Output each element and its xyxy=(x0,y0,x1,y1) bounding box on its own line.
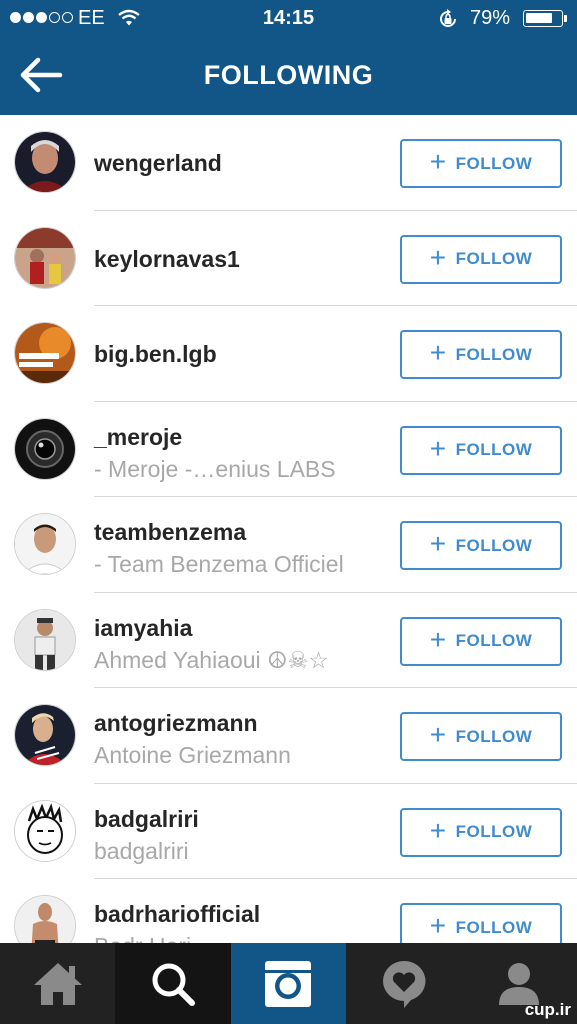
follow-button[interactable]: + FOLLOW xyxy=(400,807,562,857)
username[interactable]: keylornavas1 xyxy=(94,246,240,273)
avatar[interactable] xyxy=(14,608,76,671)
full-name: - Team Benzema Officiel xyxy=(94,551,344,577)
username[interactable]: _meroje xyxy=(94,424,182,451)
follow-label: FOLLOW xyxy=(455,440,533,459)
avatar[interactable] xyxy=(14,322,76,384)
follow-button[interactable]: + FOLLOW xyxy=(400,234,562,284)
battery-percentage: 79% xyxy=(470,7,511,29)
follow-label: FOLLOW xyxy=(455,344,533,364)
follow-label: FOLLOW xyxy=(455,917,533,937)
username[interactable]: teambenzema xyxy=(94,519,246,546)
status-bar: EE 14:15 79% xyxy=(0,0,577,38)
camera-icon xyxy=(265,960,312,1007)
rotation-lock-icon xyxy=(437,8,459,36)
battery-icon xyxy=(523,10,563,27)
full-name: - Meroje -…enius LABS xyxy=(94,455,336,482)
page-title: FOLLOWING xyxy=(203,60,374,90)
follow-label: FOLLOW xyxy=(455,631,533,650)
full-name: badgalriri xyxy=(94,837,189,864)
plus-icon: + xyxy=(429,719,447,750)
avatar[interactable] xyxy=(14,704,76,766)
plus-icon: + xyxy=(429,241,447,273)
follow-label: FOLLOW xyxy=(455,822,533,841)
activity-heart-icon xyxy=(382,960,426,1008)
tab-home[interactable] xyxy=(0,943,115,1024)
search-icon xyxy=(152,963,196,1006)
plus-icon: + xyxy=(429,528,447,559)
top-header: EE 14:15 79% FOLLOWING xyxy=(0,0,577,115)
watermark: cup.ir xyxy=(524,1000,571,1019)
follow-label: FOLLOW xyxy=(455,249,533,268)
avatar[interactable] xyxy=(14,895,76,943)
follow-button[interactable]: + FOLLOW xyxy=(400,521,562,570)
full-name: Ahmed Yahiaoui ☮☠☆ xyxy=(94,646,329,673)
avatar[interactable] xyxy=(14,131,76,193)
follow-label: FOLLOW xyxy=(455,726,533,746)
follow-button[interactable]: + FOLLOW xyxy=(400,712,562,761)
home-icon xyxy=(33,962,82,1005)
list-item[interactable]: big.ben.lgb + FOLLOW xyxy=(0,306,577,402)
plus-icon: + xyxy=(429,623,447,655)
list-item[interactable]: badrhariofficial Badr Hari + FOLLOW xyxy=(0,879,577,943)
full-name: Badr Hari xyxy=(94,933,191,943)
follow-label: FOLLOW xyxy=(455,535,533,555)
follow-button[interactable]: + FOLLOW xyxy=(400,903,562,943)
list-item[interactable]: badgalriri badgalriri + FOLLOW xyxy=(0,784,577,879)
list-item[interactable]: keylornavas1 + FOLLOW xyxy=(0,211,577,306)
list-item[interactable]: antogriezmann Antoine Griezmann + FOLLOW xyxy=(0,688,577,784)
list-item[interactable]: iamyahia Ahmed Yahiaoui ☮☠☆ + FOLLOW xyxy=(0,593,577,688)
follow-button[interactable]: + FOLLOW xyxy=(400,616,562,666)
username[interactable]: wengerland xyxy=(94,150,222,177)
follow-button[interactable]: + FOLLOW xyxy=(400,425,562,475)
username[interactable]: iamyahia xyxy=(94,615,192,642)
avatar[interactable] xyxy=(14,417,76,480)
list-item[interactable]: _meroje - Meroje -…enius LABS + FOLLOW xyxy=(0,402,577,497)
tab-activity[interactable] xyxy=(346,943,461,1024)
list-item[interactable]: teambenzema - Team Benzema Officiel + FOL… xyxy=(0,497,577,593)
avatar[interactable] xyxy=(14,226,76,289)
username[interactable]: badrhariofficial xyxy=(94,901,260,928)
avatar[interactable] xyxy=(14,799,76,862)
list-item[interactable]: wengerland + FOLLOW xyxy=(0,115,577,211)
tab-search[interactable] xyxy=(115,943,231,1024)
tab-camera[interactable] xyxy=(230,943,347,1024)
plus-icon: + xyxy=(429,146,447,177)
follow-button[interactable]: + FOLLOW xyxy=(400,330,562,379)
follow-button[interactable]: + FOLLOW xyxy=(400,139,562,188)
plus-icon: + xyxy=(429,432,447,464)
avatar[interactable] xyxy=(14,513,76,575)
username[interactable]: antogriezmann xyxy=(94,710,258,737)
follow-label: FOLLOW xyxy=(455,153,533,173)
plus-icon: + xyxy=(429,910,447,941)
username[interactable]: big.ben.lgb xyxy=(94,341,217,368)
plus-icon: + xyxy=(429,337,447,368)
username[interactable]: badgalriri xyxy=(94,806,199,833)
tab-bar: cup.ir xyxy=(0,943,577,1024)
plus-icon: + xyxy=(429,814,447,846)
full-name: Antoine Griezmann xyxy=(94,742,291,768)
following-list: wengerland + FOLLOW keylornavas1 + FOLLOW … xyxy=(0,115,577,943)
